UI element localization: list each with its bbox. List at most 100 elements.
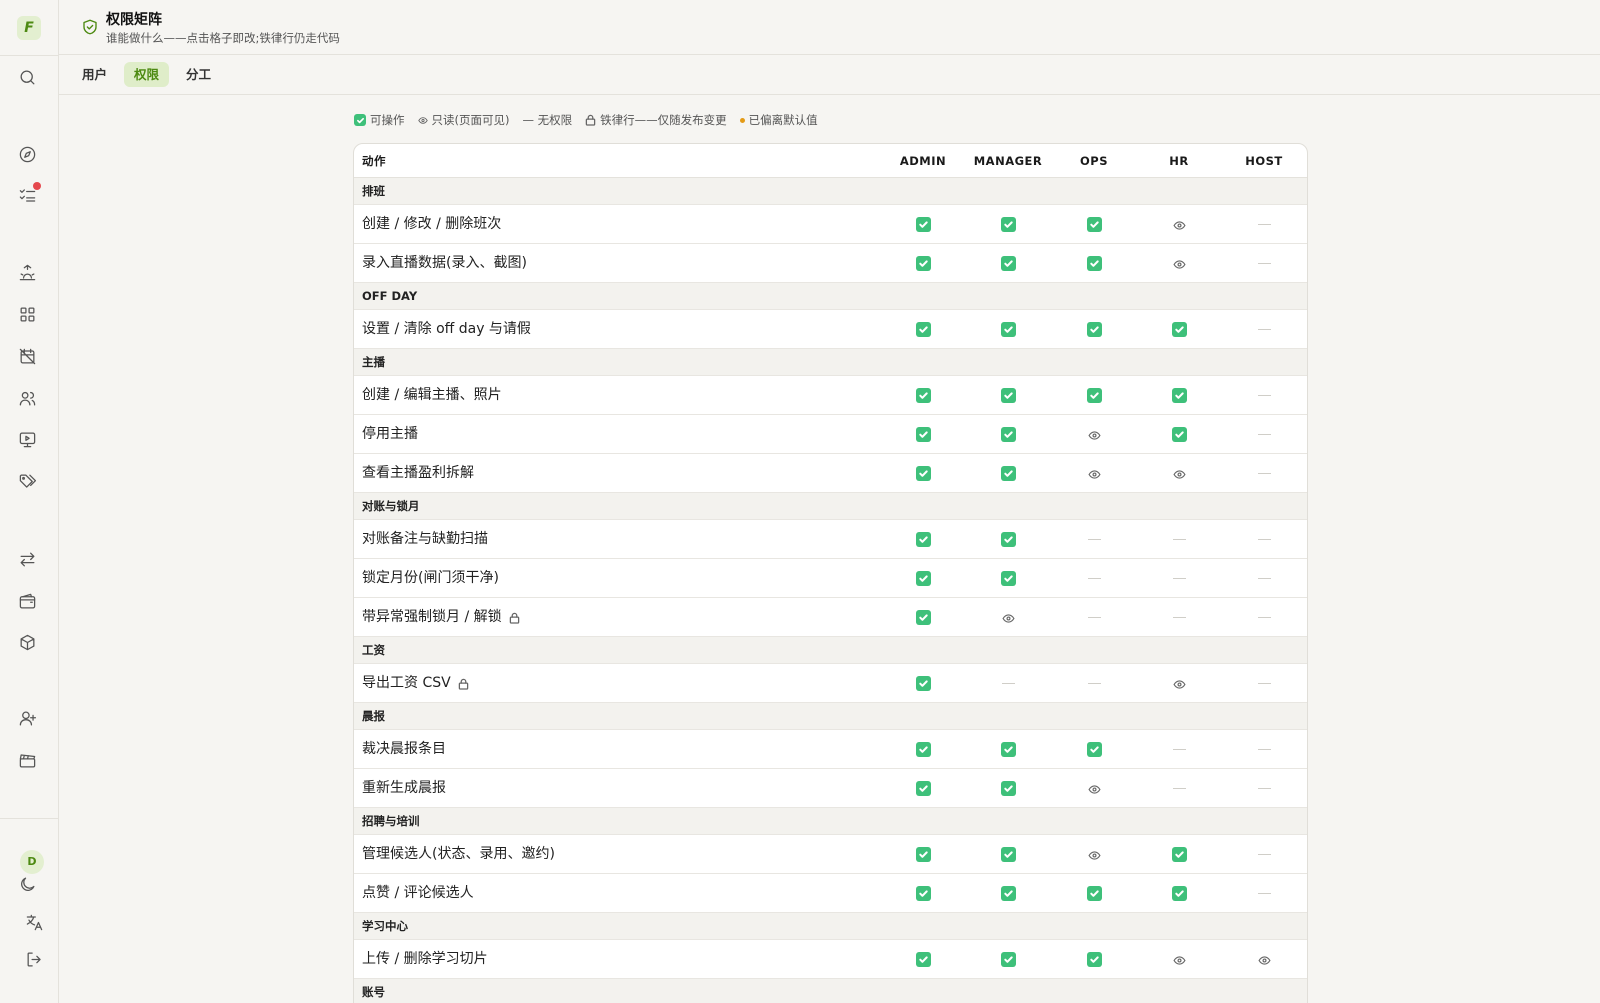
permission-cell[interactable] <box>1221 598 1307 637</box>
permission-cell[interactable] <box>1221 730 1307 769</box>
permission-cell[interactable] <box>880 520 966 559</box>
permission-cell[interactable] <box>880 205 966 244</box>
permission-cell[interactable] <box>880 874 966 913</box>
permission-cell[interactable] <box>1051 310 1137 349</box>
permission-cell[interactable] <box>1051 835 1137 874</box>
permission-cell[interactable] <box>1136 835 1222 874</box>
permission-cell[interactable] <box>965 205 1051 244</box>
calendar-off-icon[interactable] <box>16 345 38 367</box>
permission-cell[interactable] <box>1136 874 1222 913</box>
user-plus-icon[interactable] <box>16 707 38 729</box>
permission-cell[interactable] <box>880 454 966 493</box>
permission-cell[interactable] <box>880 769 966 808</box>
translate-icon[interactable] <box>23 911 45 933</box>
permission-cell[interactable] <box>1221 874 1307 913</box>
permission-cell[interactable] <box>965 940 1051 979</box>
compass-icon[interactable] <box>16 143 38 165</box>
avatar[interactable]: D <box>20 850 44 874</box>
search-icon[interactable] <box>16 66 38 88</box>
permission-cell[interactable] <box>965 376 1051 415</box>
permission-cell[interactable] <box>1051 598 1137 637</box>
permission-cell[interactable] <box>880 730 966 769</box>
permission-cell[interactable] <box>965 664 1051 703</box>
permission-cell[interactable] <box>1051 940 1137 979</box>
logout-icon[interactable] <box>23 948 45 970</box>
permission-cell[interactable] <box>880 415 966 454</box>
permission-cell[interactable] <box>1221 664 1307 703</box>
permission-cell[interactable] <box>1051 874 1137 913</box>
permission-cell[interactable] <box>1136 310 1222 349</box>
permission-cell[interactable] <box>965 244 1051 283</box>
permission-cell[interactable] <box>1136 415 1222 454</box>
permission-cell[interactable] <box>880 940 966 979</box>
permission-cell[interactable] <box>965 454 1051 493</box>
permission-cell[interactable] <box>1221 940 1307 979</box>
permission-cell[interactable] <box>1136 664 1222 703</box>
permission-cell[interactable] <box>1221 310 1307 349</box>
moon-icon[interactable] <box>16 873 38 895</box>
app-logo[interactable]: F <box>17 16 41 40</box>
permission-cell[interactable] <box>965 769 1051 808</box>
permission-cell[interactable] <box>1221 454 1307 493</box>
permission-cell[interactable] <box>1051 769 1137 808</box>
permission-cell[interactable] <box>1221 520 1307 559</box>
permission-cell[interactable] <box>1051 376 1137 415</box>
grid-icon[interactable] <box>16 303 38 325</box>
no-permission-dash <box>1257 683 1271 684</box>
permission-cell[interactable] <box>1051 244 1137 283</box>
permission-cell[interactable] <box>1221 205 1307 244</box>
checklist-icon[interactable] <box>16 182 41 206</box>
permission-cell[interactable] <box>880 244 966 283</box>
permission-cell[interactable] <box>880 310 966 349</box>
permission-cell[interactable] <box>1221 376 1307 415</box>
tab-assignments[interactable]: 分工 <box>176 62 221 87</box>
permission-cell[interactable] <box>1136 205 1222 244</box>
permission-cell[interactable] <box>1136 730 1222 769</box>
permission-cell[interactable] <box>1051 520 1137 559</box>
permission-cell[interactable] <box>880 376 966 415</box>
permission-cell[interactable] <box>965 559 1051 598</box>
permission-cell[interactable] <box>1136 769 1222 808</box>
permission-cell[interactable] <box>1136 559 1222 598</box>
tags-icon[interactable] <box>16 470 38 492</box>
package-icon[interactable] <box>16 631 38 653</box>
permission-cell[interactable] <box>880 559 966 598</box>
tab-permissions[interactable]: 权限 <box>124 62 170 87</box>
permission-cell[interactable] <box>965 874 1051 913</box>
monitor-play-icon[interactable] <box>16 428 38 450</box>
permission-cell[interactable] <box>1221 244 1307 283</box>
permission-cell[interactable] <box>965 310 1051 349</box>
permission-cell[interactable] <box>1221 415 1307 454</box>
permission-cell[interactable] <box>1221 559 1307 598</box>
sunrise-icon[interactable] <box>16 261 38 283</box>
permission-cell[interactable] <box>1136 376 1222 415</box>
transfer-icon[interactable] <box>16 548 38 570</box>
users-icon[interactable] <box>16 387 38 409</box>
permission-cell[interactable] <box>1051 664 1137 703</box>
permission-cell[interactable] <box>1221 835 1307 874</box>
permission-cell[interactable] <box>1136 244 1222 283</box>
permission-cell[interactable] <box>1221 769 1307 808</box>
permission-cell[interactable] <box>965 520 1051 559</box>
permission-cell[interactable] <box>1136 598 1222 637</box>
permission-cell[interactable] <box>965 598 1051 637</box>
clapperboard-icon[interactable] <box>16 749 38 771</box>
permission-cell[interactable] <box>1051 415 1137 454</box>
action-label: 录入直播数据(录入、截图) <box>362 244 527 283</box>
permission-cell[interactable] <box>965 835 1051 874</box>
permission-cell[interactable] <box>1051 559 1137 598</box>
permission-cell[interactable] <box>1136 454 1222 493</box>
wallet-icon[interactable] <box>16 590 38 612</box>
permission-cell[interactable] <box>880 598 966 637</box>
permission-cell[interactable] <box>880 835 966 874</box>
no-permission-dash <box>1172 539 1186 540</box>
permission-cell[interactable] <box>880 664 966 703</box>
permission-cell[interactable] <box>1136 520 1222 559</box>
permission-cell[interactable] <box>1136 940 1222 979</box>
permission-cell[interactable] <box>1051 730 1137 769</box>
tab-users[interactable]: 用户 <box>72 62 117 87</box>
permission-cell[interactable] <box>965 415 1051 454</box>
permission-cell[interactable] <box>965 730 1051 769</box>
permission-cell[interactable] <box>1051 205 1137 244</box>
permission-cell[interactable] <box>1051 454 1137 493</box>
